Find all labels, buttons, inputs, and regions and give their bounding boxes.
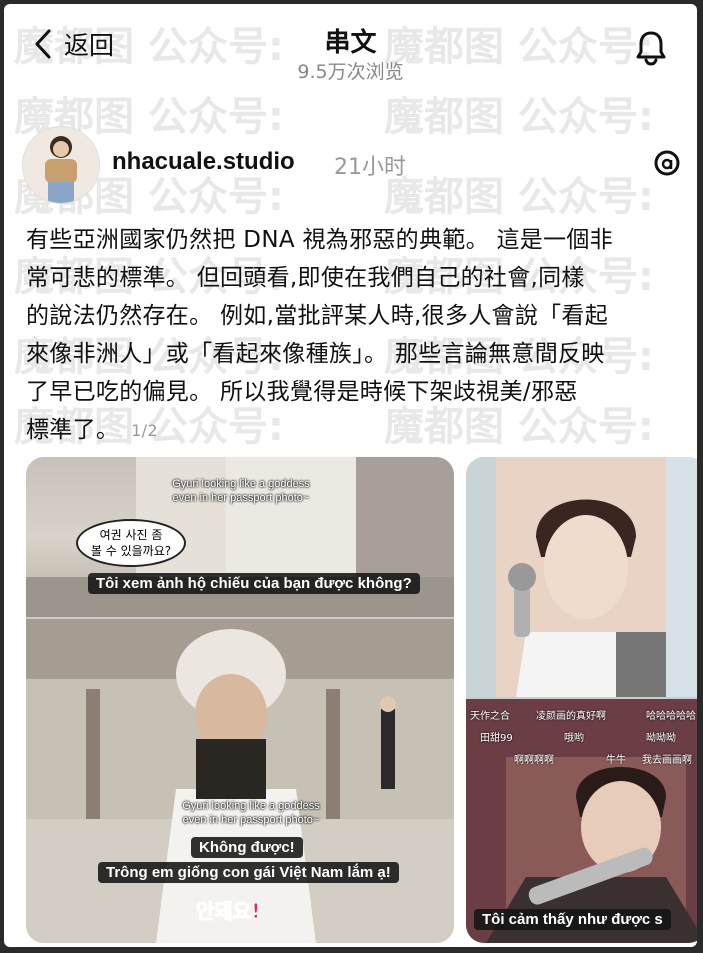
subtitle-vietnamese: Tôi cảm thấy như được s — [474, 909, 671, 930]
danmaku-comment: 哦哟 — [564, 733, 584, 744]
danmaku-comment: 凌颜画的真好啊 — [536, 711, 606, 722]
top-bar: 返回 串文 9.5万次浏览 — [4, 4, 697, 89]
subtitle-vietnamese: Trông em giống con gái Việt Nam lắm ạ! — [98, 862, 399, 883]
speech-bubble: 여권 사진 좀 볼 수 있을까요? — [76, 519, 186, 567]
video-frame-top: Gyuri looking like a goddess even in her… — [26, 457, 454, 617]
post-image-1[interactable]: Gyuri looking like a goddess even in her… — [26, 457, 454, 943]
video-frame-bottom: Gyuri looking like a goddess even in her… — [26, 619, 454, 943]
view-count: 9.5万次浏览 — [297, 61, 404, 83]
notification-button[interactable] — [635, 30, 667, 70]
avatar-image — [23, 127, 99, 203]
app-frame: 魔都图 公众号: 魔都图 公众号: 魔都图 公众号: 魔都图 公众号: 魔都图 … — [4, 4, 697, 947]
danmaku-comment: 天作之合 — [470, 711, 510, 722]
korean-caption: 안돼요! — [195, 899, 261, 924]
threads-icon — [654, 150, 680, 176]
avatar[interactable] — [22, 126, 100, 204]
post-text: 有些亞洲國家仍然把 DNA 視為邪惡的典範。 這是一個非 常可悲的標準。 但回頭… — [26, 221, 678, 450]
post-line-text: 標準了。 — [26, 417, 120, 443]
caption-english: Gyuri looking like a goddess even in her… — [182, 800, 320, 826]
danmaku-comment: 田甜99 — [480, 733, 513, 744]
subtitle-vietnamese: Tôi xem ảnh hộ chiếu của bạn được không? — [88, 573, 420, 594]
bell-icon — [636, 31, 666, 66]
post-line: 了早已吃的偏見。 所以我覺得是時候下架歧視美/邪惡 — [26, 379, 578, 405]
post-time: 21小时 — [334, 155, 406, 180]
caption-english: Gyuri looking like a goddess even in her… — [172, 478, 310, 504]
danmaku-comment: 呦呦呦 — [646, 733, 676, 744]
danmaku-comment: 牛牛 — [606, 755, 626, 766]
post-line: 常可悲的標準。 但回頭看,即使在我們自己的社會,同樣 — [26, 265, 585, 291]
author-username[interactable]: nhacuale.studio — [112, 148, 295, 176]
danmaku-comment: 哈哈哈哈哈 — [646, 711, 696, 722]
page-indicator: 1/2 — [131, 420, 158, 440]
post-line: 有些亞洲國家仍然把 DNA 視為邪惡的典範。 這是一個非 — [26, 227, 613, 253]
post-line: 的說法仍然存在。 例如,當批評某人時,很多人會說「看起 — [26, 303, 609, 329]
post-line: 來像非洲人」或「看起來像種族」。 那些言論無意間反映 — [26, 341, 605, 367]
danmaku-comment: 我去画画啊 — [642, 755, 692, 766]
page-title: 串文 — [324, 28, 377, 58]
post-line: 標準了。 1/2 — [26, 411, 678, 450]
scene-boy — [466, 457, 697, 943]
subtitle-vietnamese: Không được! — [191, 837, 303, 858]
danmaku-comment: 啊啊啊啊 — [514, 755, 554, 766]
author-row: nhacuale.studio 21小时 — [22, 126, 682, 206]
post-image-2[interactable]: 天作之合 凌颜画的真好啊 哈哈哈哈哈 田甜99 哦哟 呦呦呦 啊啊啊啊 牛牛 我… — [466, 457, 697, 943]
threads-button[interactable] — [652, 148, 682, 182]
